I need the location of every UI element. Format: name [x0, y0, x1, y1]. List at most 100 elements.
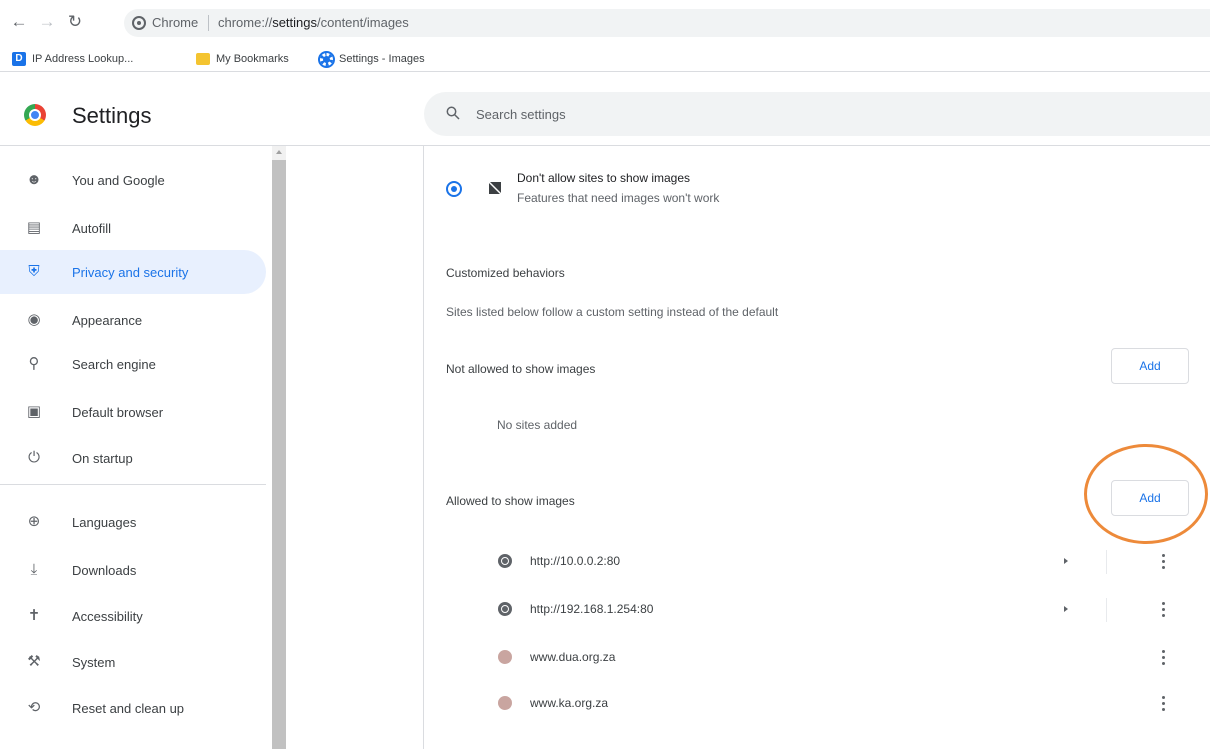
person-icon: ☻ [26, 171, 42, 188]
sidebar-item-label: Autofill [72, 220, 112, 236]
restore-icon: ⟲ [27, 699, 41, 716]
download-icon: ⤓ [30, 561, 38, 578]
browser-icon: ▣ [26, 403, 42, 420]
sidebar-item-label: On startup [72, 450, 133, 466]
sidebar: ☻ You and Google ▤ Autofill ⛨ Privacy an… [0, 146, 272, 749]
site-favicon-icon: D [12, 52, 26, 66]
site-url: http://10.0.0.2:80 [530, 554, 621, 568]
sidebar-item-label: Default browser [72, 404, 164, 420]
block-option-subtitle: Features that need images won't work [517, 191, 720, 205]
sidebar-item-label: Languages [72, 514, 137, 530]
image-blocked-icon [488, 181, 502, 195]
search-icon [446, 106, 460, 120]
row-divider [1106, 598, 1107, 622]
site-url: www.dua.org.za [530, 650, 616, 664]
sidebar-item-label: You and Google [72, 172, 165, 188]
address-bar[interactable]: Chrome chrome://settings/content/images [124, 9, 1210, 37]
site-url: www.ka.org.za [530, 696, 609, 710]
bookmark-label: Settings - Images [339, 53, 425, 65]
site-chip-label: Chrome [152, 15, 199, 30]
sidebar-item-system[interactable]: ⚒ System [0, 640, 266, 684]
url-prefix: chrome:// [218, 15, 273, 30]
forward-arrow-icon[interactable]: → [36, 11, 58, 33]
url-host: settings [272, 15, 317, 30]
wrench-icon: ⚒ [27, 653, 41, 670]
bookmark-folder-my-bookmarks[interactable]: My Bookmarks [196, 50, 289, 68]
allowed-site-row[interactable]: http://10.0.0.2:80 [446, 540, 1210, 584]
bookmarks-bar: D IP Address Lookup... My Bookmarks Sett… [0, 44, 1210, 72]
chrome-logo-icon [24, 104, 46, 126]
globe-icon [498, 554, 512, 568]
more-actions-icon[interactable] [1158, 599, 1168, 619]
omnibox-separator [208, 15, 209, 31]
sidebar-scrollbar-thumb[interactable] [272, 160, 286, 749]
sidebar-item-on-startup[interactable]: ⏻ On startup [0, 436, 266, 480]
clipboard-icon: ▤ [26, 219, 42, 236]
site-favicon-icon [498, 650, 512, 664]
url-text[interactable]: chrome://settings/content/images [218, 15, 409, 30]
sidebar-item-label: Reset and clean up [72, 700, 185, 716]
page-title: Settings [72, 103, 152, 128]
highlight-circle-annotation [1084, 444, 1208, 544]
bookmark-ip-lookup[interactable]: D IP Address Lookup... [12, 50, 133, 68]
bookmark-settings-images[interactable]: Settings - Images [318, 50, 425, 68]
site-url: http://192.168.1.254:80 [530, 602, 654, 616]
browser-toolbar: ← → ↻ Chrome chrome://settings/content/i… [0, 0, 1210, 44]
bookmark-label: My Bookmarks [216, 53, 289, 65]
search-placeholder: Search settings [476, 107, 566, 122]
sidebar-item-default-browser[interactable]: ▣ Default browser [0, 390, 266, 434]
scroll-up-arrow-icon[interactable] [276, 150, 282, 154]
gear-icon [318, 50, 335, 68]
add-not-allowed-site-button[interactable]: Add [1111, 348, 1189, 384]
sidebar-item-privacy-and-security[interactable]: ⛨ Privacy and security [0, 250, 266, 294]
folder-icon [196, 53, 210, 65]
power-icon: ⏻ [28, 449, 40, 466]
sidebar-item-accessibility[interactable]: ✝ Accessibility [0, 594, 266, 638]
block-option-title: Don't allow sites to show images [517, 171, 691, 185]
shield-icon: ⛨ [28, 263, 40, 280]
sidebar-item-label: Appearance [72, 312, 143, 328]
chrome-site-icon [132, 16, 146, 30]
not-allowed-heading: Not allowed to show images [446, 362, 596, 376]
sidebar-item-label: Search engine [72, 356, 156, 372]
sidebar-item-label: System [72, 654, 116, 670]
globe-icon [498, 602, 512, 616]
more-actions-icon[interactable] [1158, 693, 1168, 713]
sidebar-item-you-and-google[interactable]: ☻ You and Google [0, 158, 266, 202]
expand-arrow-icon[interactable] [1064, 606, 1068, 612]
sidebar-item-search-engine[interactable]: ⚲ Search engine [0, 342, 266, 386]
more-actions-icon[interactable] [1158, 647, 1168, 667]
not-allowed-empty-text: No sites added [497, 418, 578, 432]
customized-behaviors-heading: Customized behaviors [446, 266, 565, 280]
sidebar-item-autofill[interactable]: ▤ Autofill [0, 206, 266, 250]
sidebar-item-label: Accessibility [72, 608, 143, 624]
url-path: /content/images [317, 15, 409, 30]
allowed-site-row[interactable]: http://192.168.1.254:80 [446, 588, 1210, 632]
allowed-site-row[interactable]: www.dua.org.za [446, 636, 1210, 680]
row-divider [1106, 550, 1107, 574]
dont-allow-images-radio[interactable] [446, 181, 462, 197]
sidebar-divider [0, 484, 266, 485]
palette-icon: ◉ [27, 311, 41, 328]
sidebar-item-reset-and-clean-up[interactable]: ⟲ Reset and clean up [0, 686, 266, 730]
expand-arrow-icon[interactable] [1064, 558, 1068, 564]
site-favicon-icon [498, 696, 512, 710]
allowed-site-row[interactable]: www.ka.org.za [446, 682, 1210, 726]
sidebar-item-label: Downloads [72, 562, 137, 578]
allowed-heading: Allowed to show images [446, 494, 575, 508]
sidebar-item-languages[interactable]: ⊕ Languages [0, 500, 266, 544]
sidebar-item-appearance[interactable]: ◉ Appearance [0, 298, 266, 342]
sidebar-item-label: Privacy and security [72, 264, 189, 280]
reload-icon[interactable]: ↻ [64, 11, 86, 33]
sidebar-item-downloads[interactable]: ⤓ Downloads [0, 548, 266, 592]
search-icon: ⚲ [28, 355, 40, 372]
more-actions-icon[interactable] [1158, 551, 1168, 571]
search-settings-input[interactable]: Search settings [424, 92, 1210, 136]
back-arrow-icon[interactable]: ← [8, 11, 30, 33]
accessibility-icon: ✝ [27, 607, 41, 624]
content-card-border [423, 146, 424, 749]
globe-icon: ⊕ [27, 513, 41, 530]
customized-behaviors-description: Sites listed below follow a custom setti… [446, 305, 779, 319]
settings-header: Settings Search settings [0, 80, 1210, 146]
bookmark-label: IP Address Lookup... [32, 53, 134, 65]
